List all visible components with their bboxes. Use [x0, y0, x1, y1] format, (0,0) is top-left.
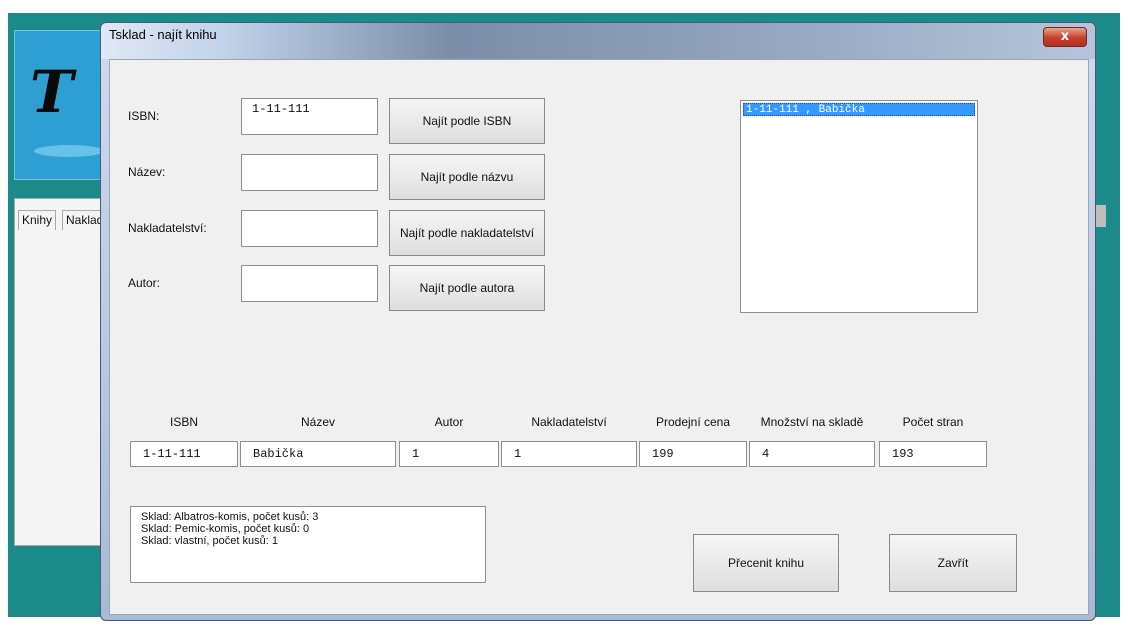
- list-item[interactable]: 1-11-111 , Babička: [743, 103, 975, 116]
- find-by-autor-button[interactable]: Najít podle autora: [389, 265, 545, 311]
- results-listbox[interactable]: 1-11-111 , Babička: [740, 100, 978, 313]
- header-nazev: Název: [300, 415, 335, 429]
- parent-tab-panel: [14, 198, 110, 546]
- app-logo: T: [30, 58, 74, 126]
- nakladatelstvi-input[interactable]: [241, 210, 378, 247]
- detail-isbn-field[interactable]: 1-11-111: [130, 441, 238, 467]
- stock-line: Sklad: vlastní, počet kusů: 1: [141, 535, 278, 547]
- reprice-book-button[interactable]: Přecenit knihu: [693, 534, 839, 592]
- find-by-isbn-button[interactable]: Najít podle ISBN: [389, 98, 545, 144]
- header-nakladatelstvi: Nakladatelství: [531, 415, 607, 429]
- header-isbn: ISBN: [169, 415, 198, 429]
- header-prodejni-cena: Prodejní cena: [655, 415, 731, 429]
- logo-swoosh: [34, 145, 104, 157]
- isbn-label: ISBN:: [128, 109, 160, 123]
- find-book-dialog: Tsklad - najít knihu x ISBN: Název: Nakl…: [100, 22, 1096, 621]
- nakladatelstvi-label: Nakladatelství:: [128, 221, 207, 235]
- detail-prodejni-cena-field[interactable]: 199: [639, 441, 747, 467]
- stock-info-box[interactable]: Sklad: Albatros-komis, počet kusů: 3 Skl…: [130, 506, 486, 583]
- tab-knihy[interactable]: Knihy: [18, 210, 57, 230]
- title-bar[interactable]: Tsklad - najít knihu x: [101, 23, 1095, 59]
- detail-pocet-stran-field[interactable]: 193: [879, 441, 987, 467]
- dialog-client-area: ISBN: Název: Nakladatelství: Autor: 1-11…: [109, 59, 1089, 615]
- stock-line: Sklad: Albatros-komis, počet kusů: 3: [141, 511, 319, 523]
- header-mnozstvi: Množství na skladě: [760, 415, 864, 429]
- dialog-title: Tsklad - najít knihu: [109, 27, 217, 42]
- nazev-label: Název:: [128, 165, 166, 179]
- detail-nakladatelstvi-field[interactable]: 1: [501, 441, 637, 467]
- header-pocet-stran: Počet stran: [902, 415, 964, 429]
- close-window-button[interactable]: x: [1043, 27, 1087, 47]
- isbn-input[interactable]: 1-11-111: [241, 98, 378, 135]
- autor-input[interactable]: [241, 265, 378, 302]
- detail-mnozstvi-field[interactable]: 4: [749, 441, 875, 467]
- detail-autor-field[interactable]: 1: [399, 441, 499, 467]
- header-autor: Autor: [434, 415, 464, 429]
- find-by-nakladatelstvi-button[interactable]: Najít podle nakladatelství: [389, 210, 545, 256]
- find-by-nazev-button[interactable]: Najít podle názvu: [389, 154, 545, 200]
- autor-label: Autor:: [128, 276, 161, 290]
- close-button[interactable]: Zavřít: [889, 534, 1017, 592]
- detail-nazev-field[interactable]: Babička: [240, 441, 396, 467]
- stock-line: Sklad: Pemic-komis, počet kusů: 0: [141, 523, 310, 535]
- nazev-input[interactable]: [241, 154, 378, 191]
